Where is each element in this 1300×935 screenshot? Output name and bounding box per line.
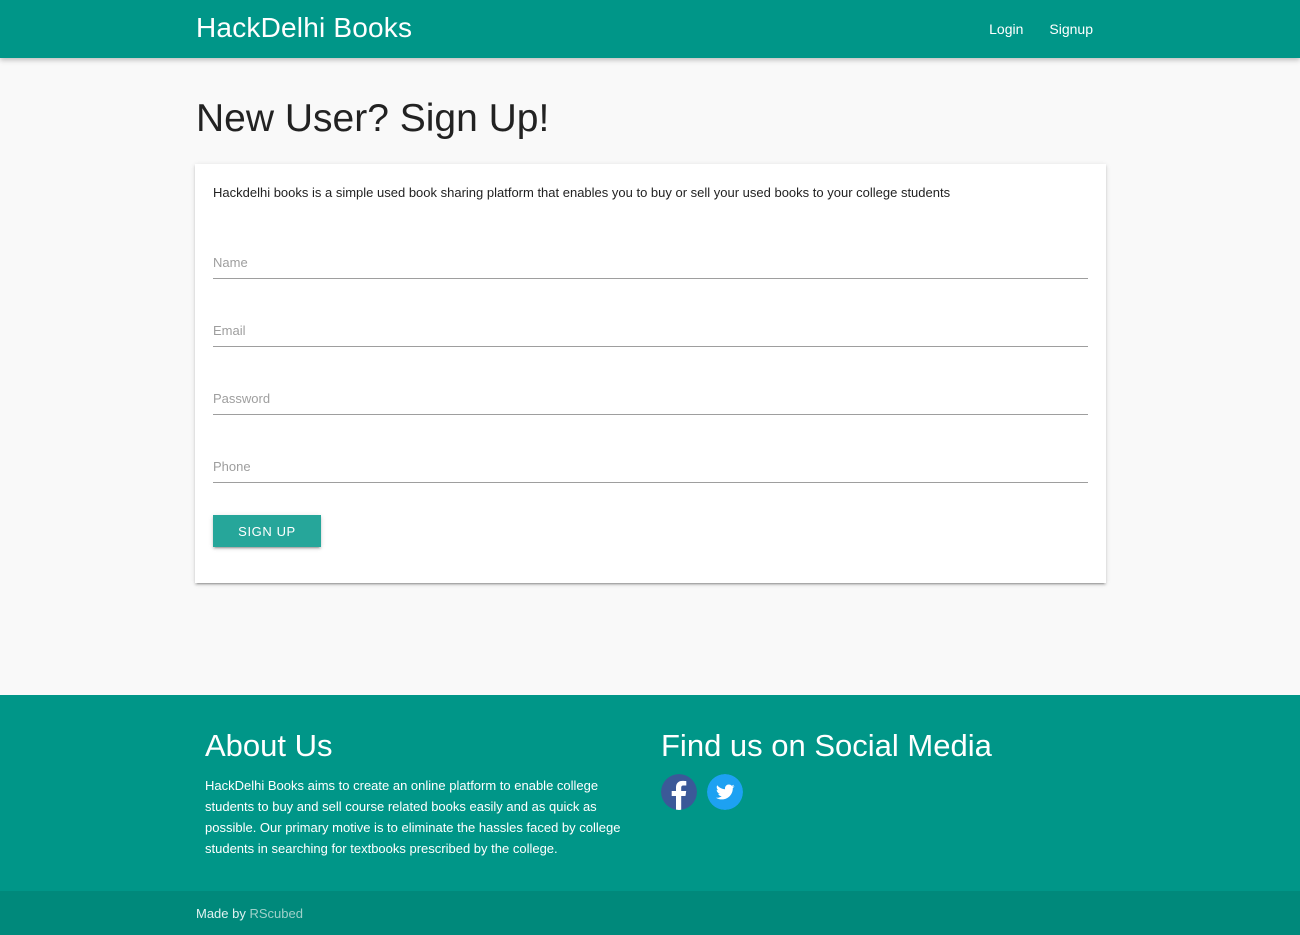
phone-field	[213, 443, 1088, 483]
twitter-icon[interactable]	[707, 774, 743, 810]
nav-login-link[interactable]: Login	[976, 21, 1036, 37]
made-by-prefix: Made by	[196, 906, 246, 921]
name-input[interactable]	[213, 239, 1088, 278]
about-title: About Us	[205, 728, 333, 763]
password-field	[213, 375, 1088, 415]
intro-text: Hackdelhi books is a simple used book sh…	[213, 185, 951, 200]
phone-input[interactable]	[213, 443, 1088, 482]
rscubed-link[interactable]: RScubed	[250, 906, 303, 921]
social-title: Find us on Social Media	[661, 728, 992, 763]
sign-up-button[interactable]: SIGN UP	[213, 515, 321, 547]
email-input[interactable]	[213, 307, 1088, 346]
facebook-icon[interactable]	[661, 774, 697, 810]
brand-logo[interactable]: HackDelhi Books	[196, 12, 412, 44]
name-field	[213, 239, 1088, 279]
navbar: HackDelhi Books Login Signup	[0, 0, 1300, 58]
page-title: New User? Sign Up!	[196, 97, 550, 140]
about-text: HackDelhi Books aims to create an online…	[205, 778, 621, 856]
made-by-text: Made by RScubed	[196, 906, 303, 921]
nav-signup-link[interactable]: Signup	[1036, 21, 1106, 37]
email-field	[213, 307, 1088, 347]
social-icons	[661, 774, 753, 810]
signup-card: Hackdelhi books is a simple used book sh…	[195, 164, 1106, 583]
footer: About Us HackDelhi Books aims to create …	[0, 695, 1300, 891]
nav-links: Login Signup	[976, 0, 1106, 58]
password-input[interactable]	[213, 375, 1088, 414]
footer-bottom-bar: Made by RScubed	[0, 891, 1300, 935]
